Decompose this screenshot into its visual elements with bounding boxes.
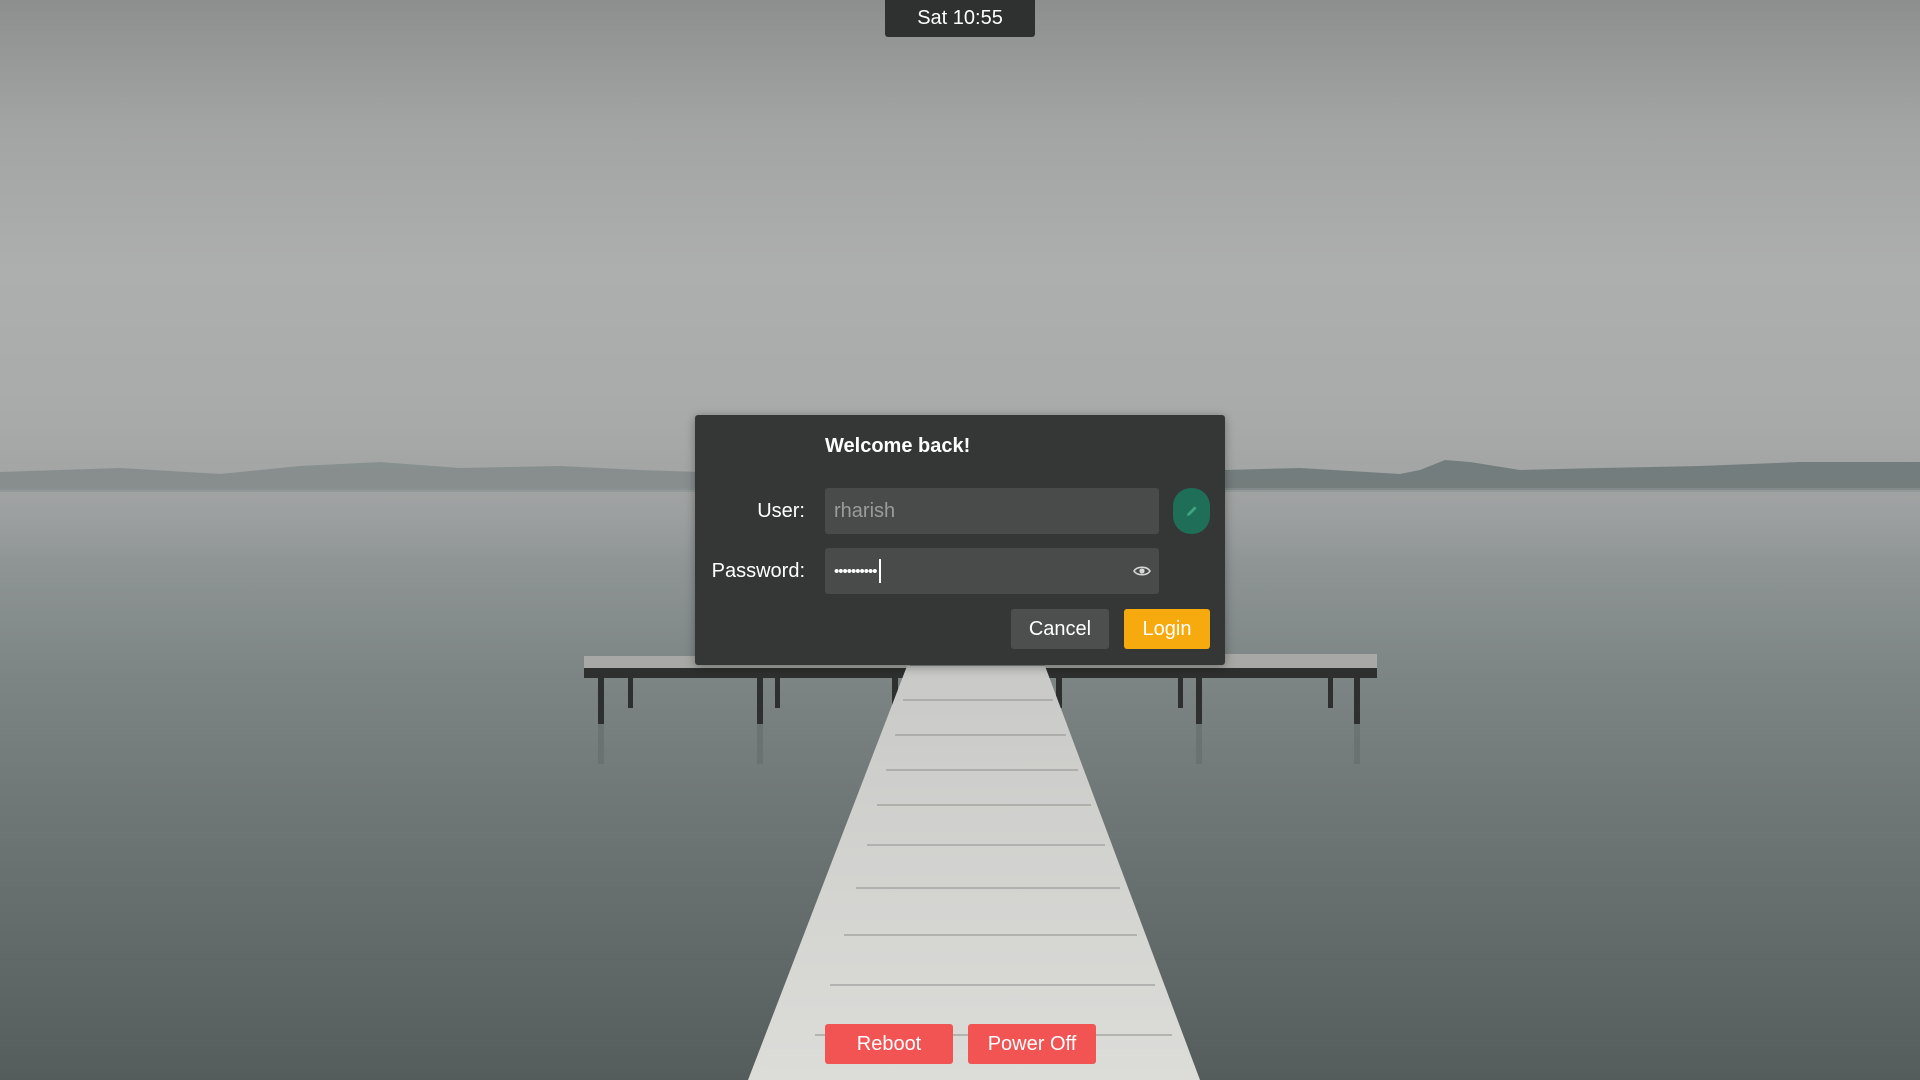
- login-screen: Sat 10:55 Welcome back! User: rharish Pa…: [0, 0, 1920, 1080]
- pier-right: [1045, 668, 1377, 724]
- eye-icon[interactable]: [1133, 563, 1151, 579]
- text-caret: [878, 559, 881, 583]
- pencil-icon: [1186, 506, 1197, 516]
- username-field[interactable]: rharish: [825, 488, 1159, 534]
- username-value: rharish: [834, 499, 896, 522]
- clock-display: Sat 10:55: [885, 0, 1035, 37]
- power-off-button[interactable]: Power Off: [968, 1024, 1096, 1064]
- pier-walkway: [748, 666, 1200, 1080]
- password-label: Password:: [711, 560, 805, 582]
- hills-right: [1225, 460, 1920, 490]
- edit-user-button[interactable]: [1173, 488, 1210, 534]
- reboot-button[interactable]: Reboot: [825, 1024, 953, 1064]
- password-masked-value: ••••••••••: [834, 562, 878, 580]
- login-dialog: Welcome back! User: rharish Password: ••…: [695, 415, 1225, 665]
- user-label: User:: [757, 500, 805, 522]
- cancel-button[interactable]: Cancel: [1011, 609, 1109, 649]
- hills-left: [0, 462, 700, 490]
- login-button[interactable]: Login: [1124, 609, 1210, 649]
- pier-left: [584, 668, 910, 724]
- welcome-title: Welcome back!: [825, 435, 971, 457]
- password-field[interactable]: ••••••••••: [825, 548, 1159, 594]
